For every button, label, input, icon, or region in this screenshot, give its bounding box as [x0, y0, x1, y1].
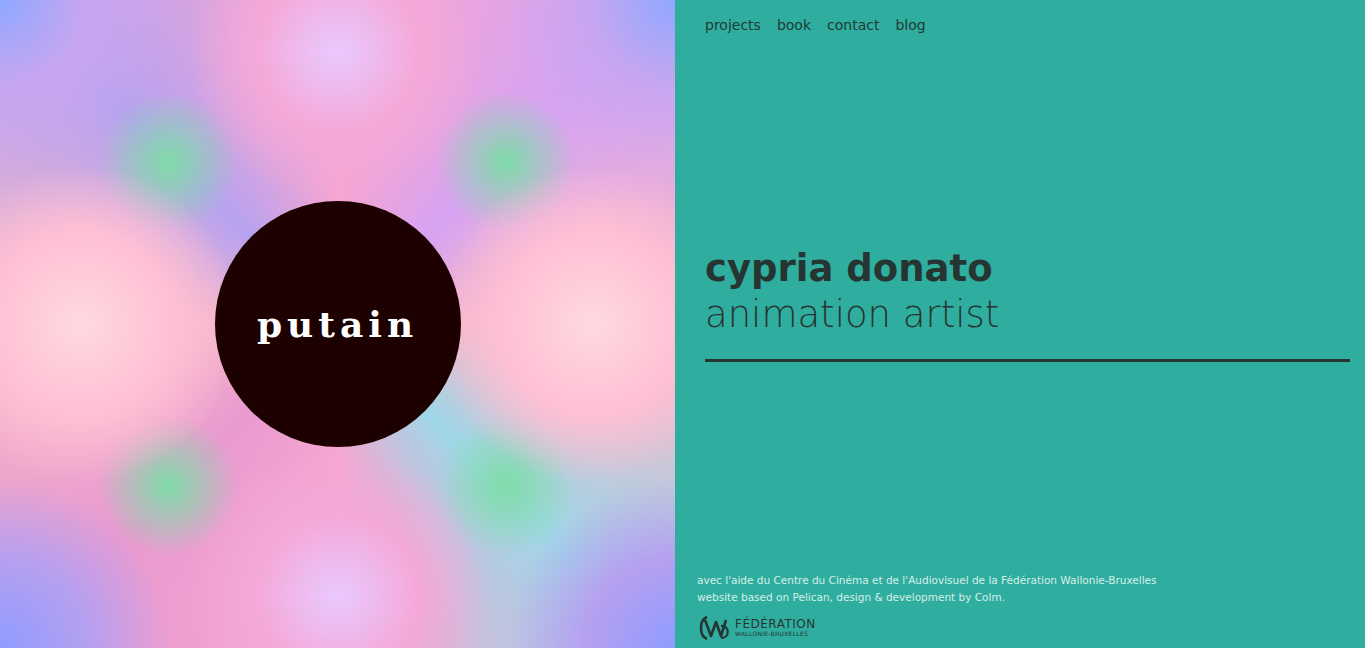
artist-role: animation artist	[705, 292, 1350, 338]
artist-name: cypria donato	[705, 246, 1350, 292]
federation-logo-icon	[697, 614, 731, 642]
footer-line: website based on Pelican, design & devel…	[697, 589, 1350, 606]
feature-title[interactable]: putain	[257, 297, 418, 351]
federation-logo[interactable]: FÉDÉRATION WALLONIE-BRUXELLES	[697, 614, 1350, 642]
divider	[705, 359, 1350, 362]
main-nav: projects book contact blog	[705, 15, 1350, 36]
logo-title: FÉDÉRATION	[735, 618, 816, 630]
footer: avec l'aide du Centre du Cinéma et de l'…	[697, 572, 1350, 642]
footer-line: avec l'aide du Centre du Cinéma et de l'…	[697, 572, 1350, 589]
nav-link[interactable]: book	[777, 15, 811, 36]
nav-link[interactable]: projects	[705, 15, 761, 36]
feature-artwork[interactable]: putain	[0, 0, 675, 648]
nav-link[interactable]: contact	[827, 15, 879, 36]
hero: cypria donato animation artist	[705, 36, 1350, 572]
logo-subtitle: WALLONIE-BRUXELLES	[735, 630, 816, 637]
nav-link[interactable]: blog	[895, 15, 925, 36]
feature-title-disc[interactable]: putain	[215, 201, 461, 447]
